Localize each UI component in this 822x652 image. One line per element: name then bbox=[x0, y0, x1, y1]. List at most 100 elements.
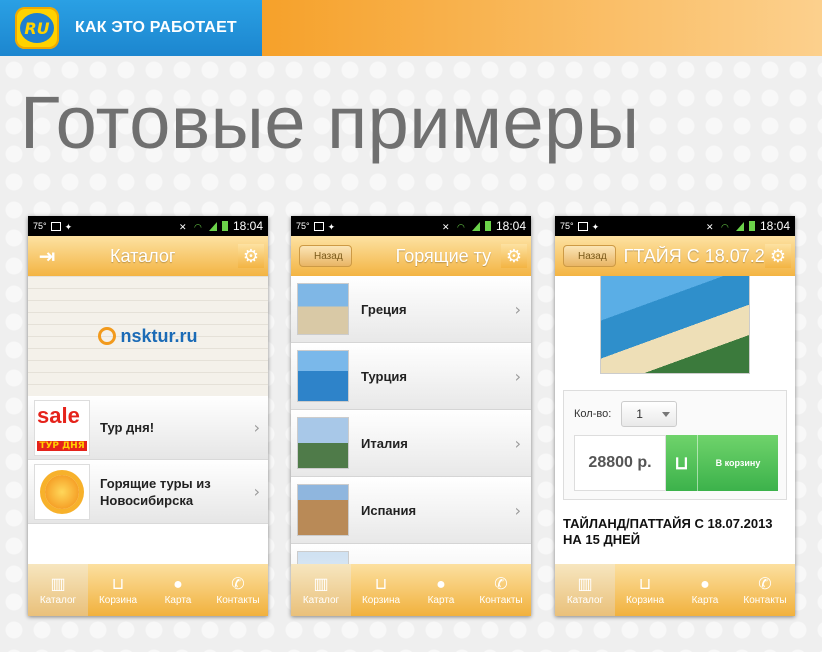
tab-catalog[interactable]: ▥ Каталог bbox=[291, 564, 351, 616]
signal-icon bbox=[208, 221, 217, 231]
status-time: 18:04 bbox=[759, 219, 790, 233]
sale-thumbnail: sale ТУР ДНЯ bbox=[34, 399, 90, 456]
app-bar: ⇥ Каталог ⚙ bbox=[28, 236, 268, 276]
gear-icon[interactable]: ⚙ bbox=[501, 244, 527, 268]
tab-map[interactable]: ● Карта bbox=[148, 564, 208, 616]
dropbox-icon: ✦ bbox=[591, 221, 600, 232]
exit-icon[interactable]: ⇥ bbox=[36, 244, 58, 268]
tab-label: Корзина bbox=[625, 594, 665, 606]
tab-catalog[interactable]: ▥ Каталог bbox=[555, 564, 615, 616]
list-item[interactable]: Италия › bbox=[291, 410, 531, 477]
phone-tour-detail: 75° ✦ ✕ ◠ 18:04 Назад ГТАЙЯ С 18.07.20 ⚙… bbox=[555, 216, 795, 616]
screen-title: Каталог bbox=[110, 245, 176, 266]
list-item-label: Турция bbox=[361, 368, 408, 384]
status-time: 18:04 bbox=[495, 219, 526, 233]
tab-catalog[interactable]: ▥ Каталог bbox=[28, 564, 88, 616]
brand-text: nsktur.ru bbox=[120, 325, 198, 346]
app-bar: Назад ГТАЙЯ С 18.07.20 ⚙ bbox=[555, 236, 795, 276]
book-icon: ▥ bbox=[50, 575, 66, 593]
chevron-right-icon: › bbox=[253, 482, 260, 501]
sun-thumbnail bbox=[34, 463, 90, 520]
promo-banner[interactable]: nsktur.ru bbox=[28, 276, 268, 396]
list-item-partial[interactable] bbox=[291, 544, 531, 564]
tab-label: Корзина bbox=[361, 594, 401, 606]
battery-icon bbox=[748, 221, 755, 231]
signal-icon bbox=[471, 221, 480, 231]
tab-label: Контакты bbox=[743, 594, 787, 606]
logo-text: RU bbox=[20, 13, 54, 43]
app-bar: Назад Горящие ту ⚙ bbox=[291, 236, 531, 276]
catalog-item-label: Тур дня! bbox=[100, 420, 155, 435]
gear-icon[interactable]: ⚙ bbox=[238, 244, 264, 268]
tab-contacts[interactable]: ✆ Контакты bbox=[471, 564, 531, 616]
list-item[interactable]: Греция › bbox=[291, 276, 531, 343]
spain-thumbnail bbox=[297, 484, 349, 536]
tab-label: Каталог bbox=[39, 594, 77, 606]
dropbox-icon: ✦ bbox=[64, 221, 73, 232]
back-button[interactable]: Назад bbox=[299, 245, 352, 267]
status-bar: 75° ✦ ✕ ◠ 18:04 bbox=[555, 216, 795, 236]
quantity-select[interactable]: 1 bbox=[621, 401, 678, 427]
sale-word: sale bbox=[37, 402, 80, 428]
basket-icon: ⊔ bbox=[666, 435, 698, 491]
list-item-label: Италия bbox=[361, 435, 408, 451]
list-item[interactable]: Турция › bbox=[291, 343, 531, 410]
tab-map[interactable]: ● Карта bbox=[411, 564, 471, 616]
tab-label: Карта bbox=[691, 594, 719, 606]
tab-cart[interactable]: ⊔ Корзина bbox=[351, 564, 411, 616]
tab-bar: ▥ Каталог ⊔ Корзина ● Карта ✆ Контакты bbox=[28, 564, 268, 616]
mute-icon: ✕ bbox=[178, 221, 187, 232]
turkey-thumbnail bbox=[297, 350, 349, 402]
back-button[interactable]: Назад bbox=[563, 245, 616, 267]
wifi-icon: ◠ bbox=[193, 221, 202, 232]
tab-contacts[interactable]: ✆ Контакты bbox=[208, 564, 268, 616]
brand-logo: nsktur.ru bbox=[98, 325, 198, 347]
destination-thumbnail bbox=[297, 551, 349, 564]
image-icon bbox=[50, 221, 61, 231]
tab-label: Каталог bbox=[302, 594, 340, 606]
add-to-cart-button[interactable]: ⊔ В корзину bbox=[666, 435, 778, 491]
status-bar: 75° ✦ ✕ ◠ 18:04 bbox=[291, 216, 531, 236]
basket-icon: ⊔ bbox=[111, 575, 125, 593]
status-temp: 75° bbox=[296, 221, 310, 231]
ring-icon bbox=[98, 327, 117, 345]
top-header: RU КАК ЭТО РАБОТАЕТ bbox=[0, 0, 822, 56]
tab-cart[interactable]: ⊔ Корзина bbox=[615, 564, 675, 616]
tab-cart[interactable]: ⊔ Корзина bbox=[88, 564, 148, 616]
status-bar: 75° ✦ ✕ ◠ 18:04 bbox=[28, 216, 268, 236]
quantity-row: Кол-во: 1 bbox=[574, 401, 778, 427]
header-title: КАК ЭТО РАБОТАЕТ bbox=[75, 19, 237, 36]
tab-label: Карта bbox=[427, 594, 455, 606]
basket-icon: ⊔ bbox=[638, 575, 652, 593]
image-icon bbox=[313, 221, 324, 231]
sale-subtitle: ТУР ДНЯ bbox=[37, 440, 87, 451]
battery-icon bbox=[221, 221, 228, 231]
tab-label: Каталог bbox=[566, 594, 604, 606]
image-icon bbox=[577, 221, 588, 231]
tab-bar: ▥ Каталог ⊔ Корзина ● Карта ✆ Контакты bbox=[555, 564, 795, 616]
gear-icon[interactable]: ⚙ bbox=[765, 244, 791, 268]
purchase-box: Кол-во: 1 28800 р. ⊔ В корзину bbox=[563, 390, 787, 500]
screen-title: ГТАЙЯ С 18.07.20 bbox=[623, 245, 764, 266]
price-value: 28800 р. bbox=[574, 435, 666, 491]
tab-contacts[interactable]: ✆ Контакты bbox=[735, 564, 795, 616]
tab-label: Корзина bbox=[98, 594, 138, 606]
greece-thumbnail bbox=[297, 283, 349, 335]
header-stripe bbox=[262, 0, 822, 56]
signal-icon bbox=[735, 221, 744, 231]
tab-map[interactable]: ● Карта bbox=[675, 564, 735, 616]
catalog-item-hot-tours[interactable]: Горящие туры из Новосибирска › bbox=[28, 460, 268, 524]
list-item[interactable]: Испания › bbox=[291, 477, 531, 544]
basket-icon: ⊔ bbox=[374, 575, 388, 593]
tab-label: Контакты bbox=[216, 594, 260, 606]
battery-icon bbox=[484, 221, 491, 231]
book-icon: ▥ bbox=[313, 575, 329, 593]
catalog-item-tour-of-day[interactable]: sale ТУР ДНЯ Тур дня! › bbox=[28, 396, 268, 460]
catalog-item-label: Горящие туры из Новосибирска bbox=[100, 475, 211, 508]
chevron-right-icon: › bbox=[514, 299, 521, 319]
map-pin-icon: ● bbox=[700, 575, 710, 593]
status-temp: 75° bbox=[560, 221, 574, 231]
tab-label: Контакты bbox=[479, 594, 523, 606]
mute-icon: ✕ bbox=[441, 221, 450, 232]
map-pin-icon: ● bbox=[436, 575, 446, 593]
